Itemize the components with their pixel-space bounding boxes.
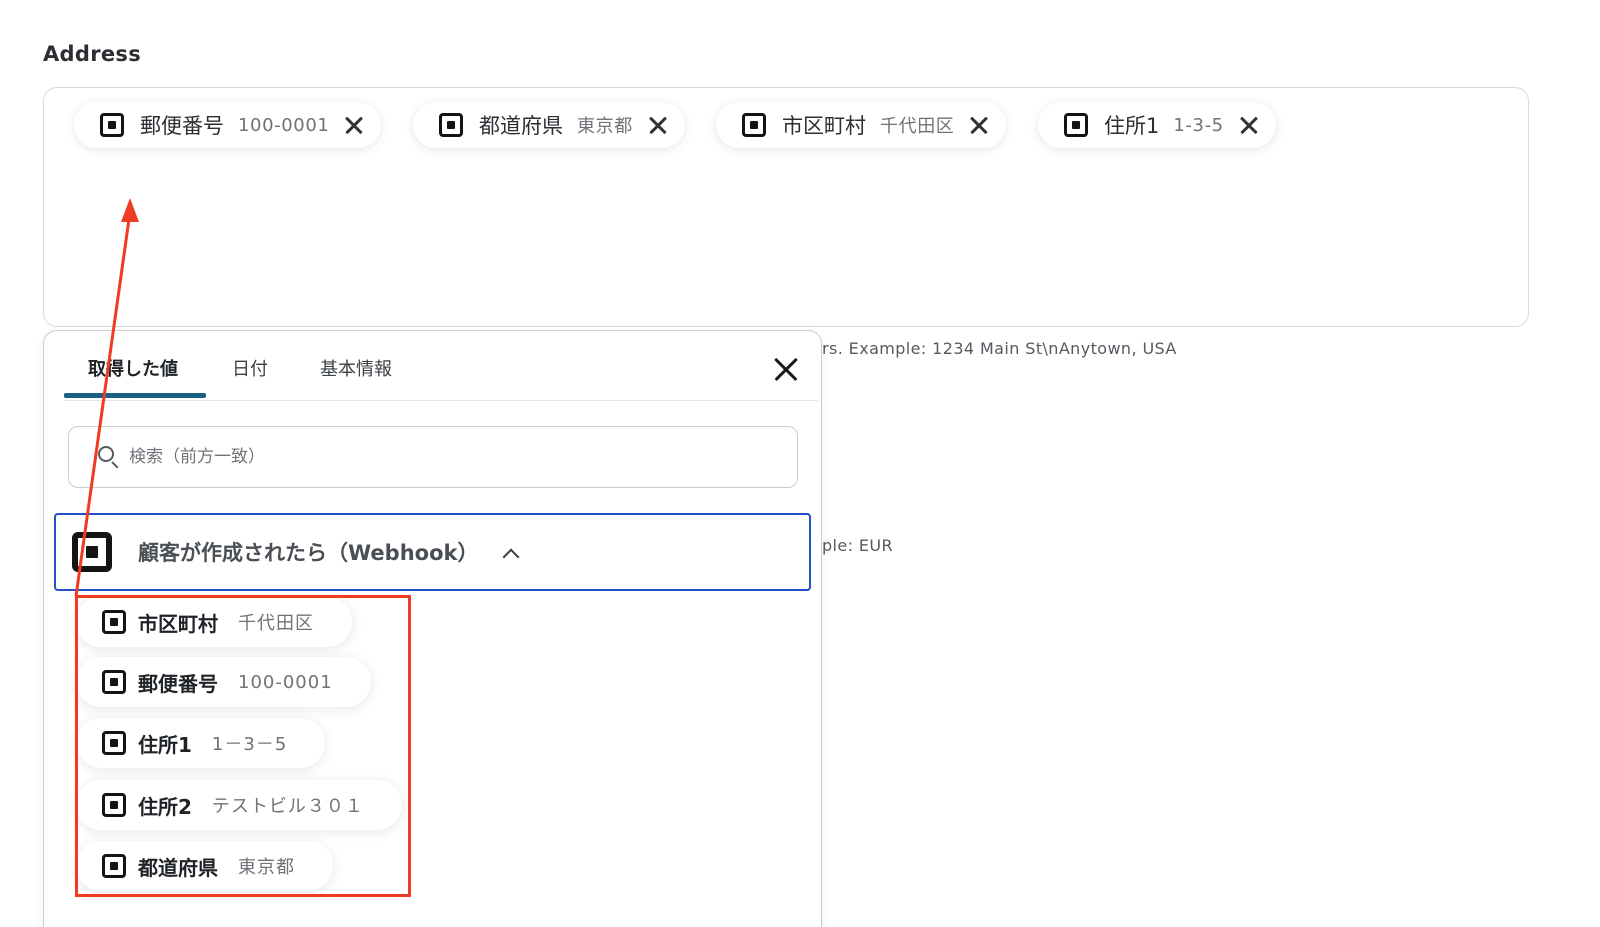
source-title: 顧客が作成されたら（Webhook） bbox=[138, 541, 479, 565]
tab-obtained-values[interactable]: 取得した値 bbox=[88, 355, 178, 381]
active-tab-indicator bbox=[64, 393, 206, 398]
search-icon bbox=[97, 445, 121, 469]
square-app-icon bbox=[102, 854, 126, 878]
close-icon[interactable] bbox=[770, 353, 802, 385]
value-picker-popup: 取得した値 日付 基本情報 顧客が作成されたら（Webhook） 市区町村 千代… bbox=[43, 330, 822, 927]
list-item[interactable]: 都道府県 東京都 bbox=[76, 841, 333, 891]
square-app-icon bbox=[102, 610, 126, 634]
chip-value: 東京都 bbox=[577, 116, 633, 137]
chip-label: 郵便番号 bbox=[140, 114, 224, 138]
tab-basic-info[interactable]: 基本情報 bbox=[320, 355, 392, 381]
square-app-icon bbox=[742, 113, 766, 137]
chip-city[interactable]: 市区町村 千代田区 bbox=[716, 102, 1007, 148]
search-input[interactable] bbox=[127, 446, 771, 468]
popup-tabs: 取得した値 日付 基本情報 bbox=[64, 331, 818, 401]
item-label: 郵便番号 bbox=[138, 671, 218, 696]
address-input-box[interactable]: 郵便番号 100-0001 都道府県 東京都 市区町村 千代田区 住所1 1-3… bbox=[43, 87, 1529, 327]
square-app-icon bbox=[439, 113, 463, 137]
chip-label: 都道府県 bbox=[479, 114, 563, 138]
item-label: 住所2 bbox=[138, 794, 192, 819]
close-icon[interactable] bbox=[966, 112, 992, 138]
close-icon[interactable] bbox=[341, 112, 367, 138]
close-icon[interactable] bbox=[645, 112, 671, 138]
list-item[interactable]: 市区町村 千代田区 bbox=[76, 597, 352, 647]
list-item[interactable]: 住所2 テストビル３０１ bbox=[76, 780, 402, 830]
currency-helper-text: ple: EUR bbox=[822, 536, 894, 555]
square-app-icon bbox=[102, 731, 126, 755]
item-value: 東京都 bbox=[238, 857, 295, 878]
item-value: 100-0001 bbox=[238, 671, 333, 693]
chip-value: 1-3-5 bbox=[1173, 114, 1224, 136]
address-field-label: Address bbox=[43, 42, 142, 66]
list-item[interactable]: 住所1 1－3－5 bbox=[76, 718, 326, 768]
chevron-up-icon[interactable] bbox=[504, 550, 518, 564]
item-label: 市区町村 bbox=[138, 611, 218, 636]
square-app-icon bbox=[102, 670, 126, 694]
chip-label: 市区町村 bbox=[782, 114, 866, 138]
item-value: テストビル３０１ bbox=[211, 796, 364, 817]
item-label: 都道府県 bbox=[138, 855, 218, 880]
item-label: 住所1 bbox=[138, 732, 192, 757]
chip-address1[interactable]: 住所1 1-3-5 bbox=[1038, 102, 1276, 148]
square-app-icon bbox=[102, 793, 126, 817]
list-item[interactable]: 郵便番号 100-0001 bbox=[76, 657, 371, 707]
close-icon[interactable] bbox=[1236, 112, 1262, 138]
chip-value: 千代田区 bbox=[880, 116, 955, 137]
square-app-icon bbox=[1064, 113, 1088, 137]
item-value: 1－3－5 bbox=[211, 734, 288, 755]
page: Address 郵便番号 100-0001 都道府県 東京都 市区町村 千代田区… bbox=[0, 0, 1600, 927]
square-app-icon bbox=[72, 532, 112, 572]
chip-prefecture[interactable]: 都道府県 東京都 bbox=[413, 102, 685, 148]
source-accordion-header[interactable]: 顧客が作成されたら（Webhook） bbox=[54, 513, 811, 591]
address-helper-text: rs. Example: 1234 Main St\nAnytown, USA bbox=[822, 339, 1177, 358]
chip-label: 住所1 bbox=[1104, 114, 1160, 138]
chip-value: 100-0001 bbox=[238, 114, 330, 136]
tab-date[interactable]: 日付 bbox=[232, 355, 268, 381]
item-value: 千代田区 bbox=[238, 613, 314, 634]
search-field[interactable] bbox=[68, 426, 798, 488]
chip-postal-code[interactable]: 郵便番号 100-0001 bbox=[74, 102, 382, 148]
square-app-icon bbox=[100, 113, 124, 137]
